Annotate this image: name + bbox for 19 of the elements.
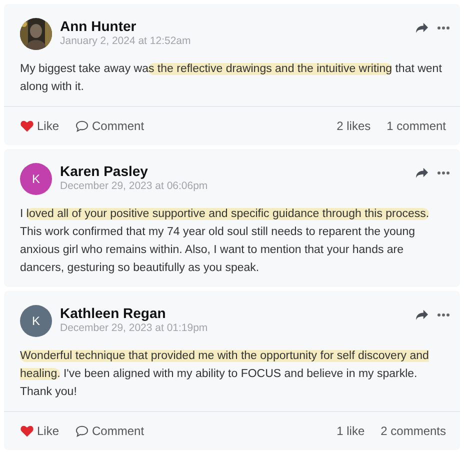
comment-date: December 29, 2023 at 01:19pm (60, 322, 209, 335)
avatar: K (20, 163, 52, 195)
author-name: Ann Hunter (60, 18, 138, 35)
comment-date: December 29, 2023 at 06:06pm (60, 180, 209, 193)
comment-text: Wonderful technique that provided me with the opportunity for self discovery and healing. I've been aligned with my ability to FOCUS and believe in my sparkle. Thank you! (19, 349, 430, 400)
comment-button[interactable]: Comment (75, 422, 144, 440)
like-count[interactable]: 2 likes (336, 117, 371, 135)
comment-date: January 2, 2024 at 12:52am (60, 35, 192, 48)
author-name: Kathleen Regan (60, 305, 167, 322)
avatar: K (20, 305, 52, 337)
comment-count[interactable]: 2 comments (380, 422, 446, 440)
like-button[interactable]: Like (20, 117, 60, 135)
comment-text: I loved all of your positive supportive and specific guidance through this process. This work confirmed that my 74 year old soul still needs to reparent the young anxious girl who remains within. Also, I want to mention that your hands are dancers, gesturing so beautifully as you speak. (19, 207, 430, 276)
like-count[interactable]: 1 like (336, 422, 365, 440)
comment-count[interactable]: 1 comment (386, 117, 446, 135)
comment-button[interactable]: Comment (75, 117, 144, 135)
like-button[interactable]: Like (20, 422, 60, 440)
comment-text: My biggest take away was the reflective drawings and the intuitive writing that went along with it. (19, 62, 443, 95)
author-name: Karen Pasley (60, 163, 149, 180)
